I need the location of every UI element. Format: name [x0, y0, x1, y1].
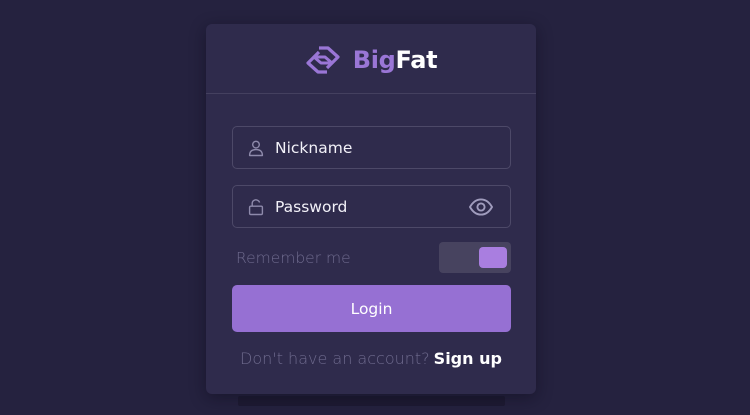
login-button[interactable]: Login: [232, 285, 511, 332]
brand-name-part-big: Big: [352, 45, 396, 74]
card-header: BigFat: [206, 24, 536, 94]
password-input[interactable]: [275, 186, 468, 227]
nickname-field[interactable]: [232, 126, 511, 169]
remember-me-row: Remember me: [236, 242, 511, 273]
remember-me-toggle[interactable]: [439, 242, 511, 273]
layered-diamond-logo-icon: [306, 45, 340, 74]
remember-me-label: Remember me: [236, 248, 351, 267]
brand-name-part-fat: Fat: [395, 45, 438, 74]
signup-prompt-row: Don't have an account? Sign up: [206, 348, 536, 370]
sign-up-link[interactable]: Sign up: [434, 349, 502, 368]
card-shadow-strip: [238, 396, 505, 406]
login-card: BigFat Nickname Remember me Login Don't …: [206, 24, 536, 394]
signup-question: Don't have an account?: [240, 349, 430, 368]
brand-name: BigFat: [353, 48, 438, 72]
page-background: BigFat Nickname Remember me Login Don't …: [0, 0, 750, 415]
user-icon: [248, 140, 264, 156]
password-field[interactable]: [232, 185, 511, 228]
nickname-input[interactable]: [275, 127, 510, 168]
eye-icon[interactable]: [468, 197, 494, 217]
lock-icon: [248, 198, 264, 215]
toggle-knob: [479, 247, 507, 268]
